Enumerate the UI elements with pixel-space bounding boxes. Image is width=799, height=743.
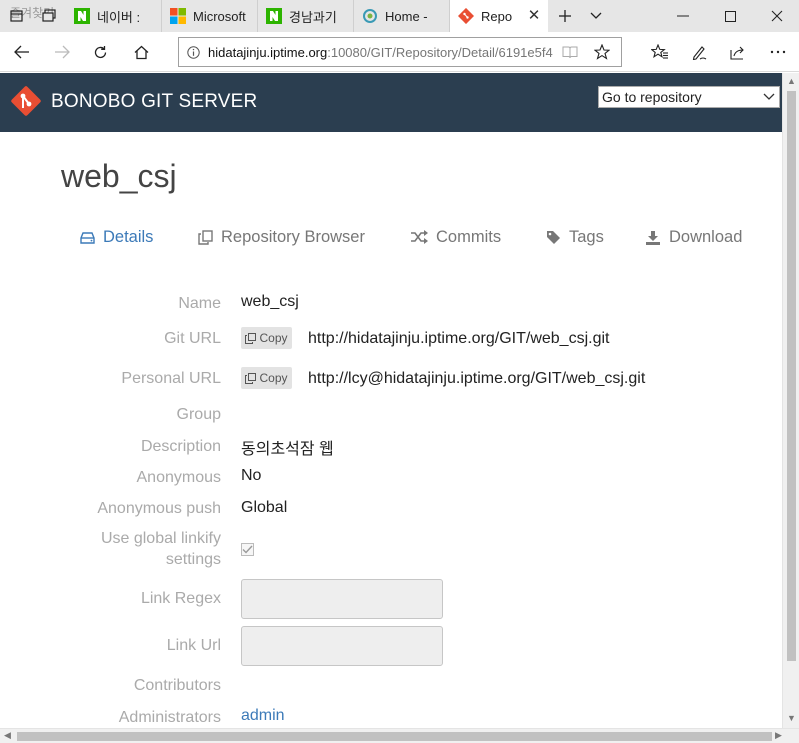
copy-icon <box>245 332 257 344</box>
chevron-down-icon <box>763 87 775 112</box>
anonymous-value: No <box>241 467 262 484</box>
home-icon[interactable] <box>125 36 157 68</box>
more-options-icon[interactable] <box>762 36 794 68</box>
new-tab-icon[interactable] <box>549 0 581 32</box>
tab-title: Microsoft <box>193 8 246 24</box>
vertical-scrollbar[interactable]: ▲ ▼ <box>782 73 799 728</box>
copy-git-url-button[interactable]: Copy <box>241 327 292 349</box>
tab-tags-label: Tags <box>569 227 604 246</box>
repository-title: web_csj <box>61 158 177 194</box>
name-label: Name <box>178 295 221 312</box>
site-header: BONOBO GIT SERVER Go to repository <box>0 73 782 132</box>
copy-icon <box>245 372 257 384</box>
copy-git-url-label: Copy <box>259 331 288 345</box>
repository-detail-content: web_csj Details Repository Browser Commi… <box>0 132 782 728</box>
group-label: Group <box>176 406 221 423</box>
tab-title: Home - <box>385 8 428 24</box>
personal-url-value: http://lcy@hidatajinju.iptime.org/GIT/we… <box>308 370 646 387</box>
browser-tab-naver[interactable]: 네이버 : <box>66 0 162 32</box>
naver-n-icon <box>266 8 282 24</box>
scroll-down-arrow-icon[interactable]: ▼ <box>787 713 796 723</box>
horizontal-scroll-thumb[interactable] <box>17 732 772 741</box>
browser-tab-microsoft[interactable]: Microsoft <box>162 0 258 32</box>
scroll-right-arrow-icon[interactable]: ▶ <box>775 730 782 741</box>
personal-url-label: Personal URL <box>121 370 221 387</box>
git-url-label: Git URL <box>164 330 221 347</box>
checkmark-icon <box>242 545 253 554</box>
global-linkify-checkbox <box>241 543 254 556</box>
scroll-left-arrow-icon[interactable]: ◀ <box>4 730 11 741</box>
microsoft-logo-icon <box>170 8 186 24</box>
shuffle-icon <box>410 230 428 244</box>
tab-download[interactable]: Download <box>645 227 742 247</box>
tab-repository-browser-label: Repository Browser <box>221 227 365 246</box>
tab-commits[interactable]: Commits <box>410 227 501 247</box>
contributors-label: Contributors <box>133 677 221 694</box>
back-arrow-icon[interactable] <box>6 36 38 68</box>
global-linkify-label-line1: Use global linkify <box>100 530 221 547</box>
name-value: web_csj <box>241 293 299 310</box>
link-url-input <box>241 626 443 666</box>
browser-tab-gntech[interactable]: 경남과기 <box>258 0 354 32</box>
anonymous-push-value: Global <box>241 499 288 516</box>
tab-repository-browser[interactable]: Repository Browser <box>198 227 365 247</box>
tab-preview-icon[interactable] <box>34 0 64 32</box>
copy-icon <box>198 229 213 245</box>
bonobo-git-icon <box>458 8 474 24</box>
tab-list-chevron-icon[interactable] <box>580 0 612 32</box>
tab-download-label: Download <box>669 227 743 246</box>
tab-commits-label: Commits <box>436 227 502 246</box>
info-icon[interactable] <box>187 45 200 59</box>
browser-tab-bar: 즐겨찾기 네이버 : Microsoft 경남과기 Home - Repo ✕ <box>0 0 799 32</box>
copy-personal-url-label: Copy <box>259 371 288 385</box>
share-icon[interactable] <box>722 36 754 68</box>
url-host: hidatajinju.iptime.org <box>208 44 328 60</box>
tab-title: 경남과기 <box>289 9 337 25</box>
browser-tab-repo[interactable]: Repo ✕ <box>450 0 548 32</box>
link-regex-input <box>241 579 443 619</box>
administrator-link-admin[interactable]: admin <box>241 707 285 725</box>
bonobo-logo-icon[interactable] <box>10 85 42 122</box>
close-tab-icon[interactable]: ✕ <box>526 8 542 24</box>
site-brand[interactable]: BONOBO GIT SERVER <box>51 91 257 113</box>
anonymous-push-label: Anonymous push <box>97 500 221 517</box>
home-site-icon <box>362 8 378 24</box>
url-path: :10080/GIT/Repository/Detail/6191e5f4 <box>327 44 553 60</box>
copy-personal-url-button[interactable]: Copy <box>241 367 292 389</box>
tab-title: 네이버 : <box>97 9 141 25</box>
global-linkify-label-line2: settings <box>165 551 221 568</box>
horizontal-scrollbar[interactable]: ◀ ▶ <box>0 728 799 743</box>
browser-navigation-bar: hidatajinju.iptime.org:10080/GIT/Reposit… <box>0 32 799 72</box>
tab-title: Repo <box>481 8 513 24</box>
vertical-scroll-thumb[interactable] <box>787 91 796 661</box>
reading-view-icon[interactable] <box>554 36 586 68</box>
forward-arrow-icon[interactable] <box>46 36 78 68</box>
tab-details[interactable]: Details <box>80 227 153 247</box>
minimize-icon[interactable] <box>667 0 699 32</box>
link-url-label: Link Url <box>166 637 221 654</box>
download-icon <box>645 230 661 245</box>
pen-notes-icon[interactable] <box>683 36 715 68</box>
git-url-value: http://hidatajinju.iptime.org/GIT/web_cs… <box>308 330 610 347</box>
description-label: Description <box>140 438 221 455</box>
anonymous-label: Anonymous <box>136 469 222 486</box>
refresh-icon[interactable] <box>84 36 116 68</box>
favorites-hub-icon[interactable] <box>644 36 676 68</box>
description-value: 동의초석잠 웹 <box>241 441 334 458</box>
go-to-repository-label: Go to repository <box>602 89 702 105</box>
tab-tags[interactable]: Tags <box>546 227 604 247</box>
close-window-icon[interactable] <box>761 0 793 32</box>
link-regex-label: Link Regex <box>140 590 221 607</box>
set-aside-tabs-icon[interactable] <box>2 0 32 32</box>
favorite-star-icon[interactable] <box>586 36 618 68</box>
hdd-icon <box>80 231 95 244</box>
maximize-icon[interactable] <box>714 0 746 32</box>
naver-n-icon <box>74 8 90 24</box>
tab-details-label: Details <box>103 227 154 246</box>
tag-icon <box>546 230 561 245</box>
go-to-repository-select[interactable]: Go to repository <box>598 86 780 108</box>
scroll-up-arrow-icon[interactable]: ▲ <box>787 76 796 86</box>
browser-tab-home[interactable]: Home - <box>354 0 450 32</box>
administrators-label: Administrators <box>118 709 221 726</box>
